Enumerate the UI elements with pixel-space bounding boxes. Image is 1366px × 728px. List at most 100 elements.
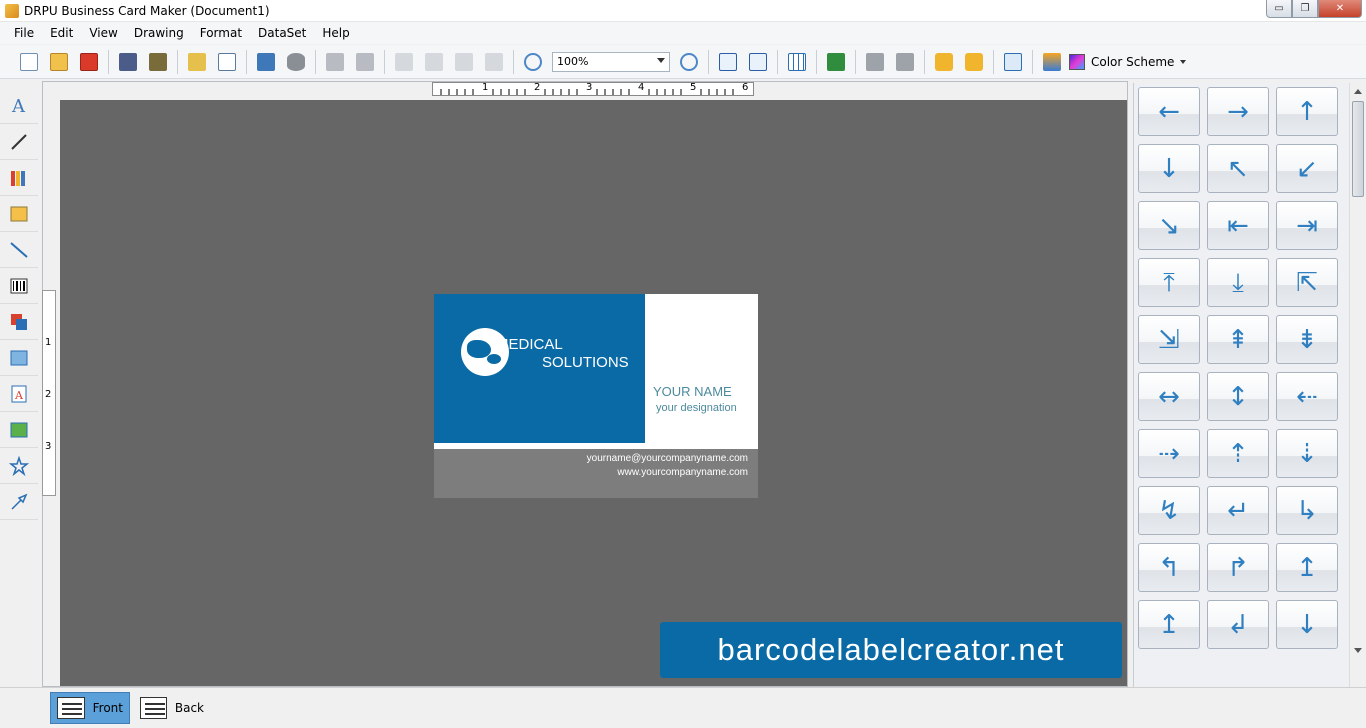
up-left-turn-shape[interactable]: ↰ [1138, 543, 1200, 592]
card-designation[interactable]: your designation [656, 402, 737, 414]
return-arrow-shape[interactable]: ↵ [1207, 486, 1269, 535]
save-button[interactable] [115, 49, 141, 75]
tab-front[interactable]: Front [50, 692, 130, 724]
arrow-down-right-bar-shape[interactable]: ⇲ [1138, 315, 1200, 364]
menu-file[interactable]: File [6, 26, 42, 40]
clipart-tool[interactable] [0, 412, 38, 448]
zoom-out-button[interactable] [676, 49, 702, 75]
image-button[interactable] [1039, 49, 1065, 75]
arrow-left-right-shape[interactable]: ↔ [1138, 372, 1200, 421]
arrow-tool[interactable] [0, 484, 38, 520]
arrow-up-shape[interactable]: ↑ [1276, 87, 1338, 136]
excel-button[interactable] [823, 49, 849, 75]
arrow-right-shape[interactable]: → [1207, 87, 1269, 136]
undo-button[interactable] [322, 49, 348, 75]
logo-text-line1[interactable]: MEDICAL [496, 336, 563, 353]
arrow-up-bar-shape[interactable]: ⤒ [1138, 258, 1200, 307]
up-bar-turn-shape[interactable]: ↥ [1276, 543, 1338, 592]
arrow-left-bar-shape[interactable]: ⇤ [1207, 201, 1269, 250]
arrow-left-shape[interactable]: ← [1138, 87, 1200, 136]
card-name[interactable]: YOUR NAME [653, 384, 732, 399]
arrow-down-left-shape[interactable]: ↙ [1276, 144, 1338, 193]
arrow-up-left-bar-shape[interactable]: ⇱ [1276, 258, 1338, 307]
arrow-up-left-shape[interactable]: ↖ [1207, 144, 1269, 193]
arrow-page-down-shape[interactable]: ⇟ [1276, 315, 1338, 364]
zigzag-arrow-shape[interactable]: ↯ [1138, 486, 1200, 535]
arrow-page-up-shape[interactable]: ⇞ [1207, 315, 1269, 364]
down-turn-shape[interactable]: ↓ [1276, 600, 1338, 649]
lock-button[interactable] [931, 49, 957, 75]
database-button[interactable] [283, 49, 309, 75]
open-button[interactable] [46, 49, 72, 75]
grid-button[interactable] [784, 49, 810, 75]
down-left-turn-shape[interactable]: ↲ [1207, 600, 1269, 649]
toolbar-separator [246, 49, 247, 74]
shapes-scrollbar[interactable] [1349, 83, 1366, 687]
pencil-tool[interactable] [0, 124, 38, 160]
business-card[interactable]: MEDICAL SOLUTIONS YOUR NAME your designa… [434, 294, 758, 498]
line-tool[interactable] [0, 232, 38, 268]
shapes-tool[interactable] [0, 304, 38, 340]
cut-button[interactable] [421, 49, 447, 75]
arrow-up-down-shape[interactable]: ↕ [1207, 372, 1269, 421]
card-website[interactable]: www.yourcompanyname.com [617, 467, 748, 478]
new-button[interactable] [16, 49, 42, 75]
print-button[interactable] [253, 49, 279, 75]
dashed-arrow-right-shape[interactable]: ⇢ [1138, 429, 1200, 478]
align-dropdown-button[interactable] [1000, 49, 1026, 75]
close-document-button[interactable] [76, 49, 102, 75]
picture-tool[interactable] [0, 196, 38, 232]
dashed-arrow-left-shape[interactable]: ⇠ [1276, 372, 1338, 421]
arrow-down-shape[interactable]: ↓ [1138, 144, 1200, 193]
unlock-button[interactable] [961, 49, 987, 75]
arrow-down-bar-shape[interactable]: ⤓ [1207, 258, 1269, 307]
actual-size-button[interactable] [715, 49, 741, 75]
redo-button[interactable] [352, 49, 378, 75]
globe-continent [487, 354, 501, 364]
save-as-button[interactable] [145, 49, 171, 75]
paste-button[interactable] [451, 49, 477, 75]
text-tool[interactable]: A [0, 88, 38, 124]
tab-back[interactable]: Back [134, 692, 210, 724]
scroll-down-icon[interactable] [1354, 648, 1362, 653]
zoom-select[interactable]: 100% [552, 51, 670, 72]
menu-dataset[interactable]: DataSet [250, 26, 314, 40]
zoom-in-button[interactable] [520, 49, 546, 75]
image-tool[interactable] [0, 340, 38, 376]
up-turn-shape[interactable]: ↥ [1138, 600, 1200, 649]
barcode-tool[interactable] [0, 268, 38, 304]
logo-text-line2[interactable]: SOLUTIONS [542, 354, 629, 371]
maximize-button[interactable]: ❐ [1292, 0, 1318, 18]
up-right-turn-shape[interactable]: ↱ [1207, 543, 1269, 592]
library-tool[interactable] [0, 160, 38, 196]
menu-format[interactable]: Format [192, 26, 250, 40]
zoom-out-icon [680, 52, 698, 71]
scroll-thumb[interactable] [1352, 101, 1364, 197]
properties-button[interactable] [214, 49, 240, 75]
close-button[interactable]: ✕ [1318, 0, 1362, 18]
down-right-turn-shape[interactable]: ↳ [1276, 486, 1338, 535]
dashed-arrow-down-shape[interactable]: ⇣ [1276, 429, 1338, 478]
export-button[interactable] [184, 49, 210, 75]
send-back-button[interactable] [892, 49, 918, 75]
fit-to-window-button[interactable] [745, 49, 771, 75]
toolbar-separator [1032, 49, 1033, 74]
ruler-label: 6 [742, 82, 749, 93]
menu-view[interactable]: View [81, 26, 125, 40]
dashed-arrow-up-shape[interactable]: ⇡ [1207, 429, 1269, 478]
arrow-right-bar-shape[interactable]: ⇥ [1276, 201, 1338, 250]
delete-button[interactable] [481, 49, 507, 75]
color-scheme-dropdown[interactable]: Color Scheme [1069, 53, 1187, 70]
card-email[interactable]: yourname@yourcompanyname.com [587, 453, 748, 464]
bring-front-button[interactable] [862, 49, 888, 75]
cut-icon [425, 52, 443, 71]
arrow-down-right-shape[interactable]: ↘ [1138, 201, 1200, 250]
copy-button[interactable] [391, 49, 417, 75]
minimize-button[interactable]: ▭ [1266, 0, 1292, 18]
menu-edit[interactable]: Edit [42, 26, 81, 40]
scroll-up-icon[interactable] [1354, 89, 1362, 94]
watermark-tool[interactable]: A [0, 376, 38, 412]
menu-help[interactable]: Help [314, 26, 357, 40]
menu-drawing[interactable]: Drawing [126, 26, 192, 40]
star-tool[interactable] [0, 448, 38, 484]
